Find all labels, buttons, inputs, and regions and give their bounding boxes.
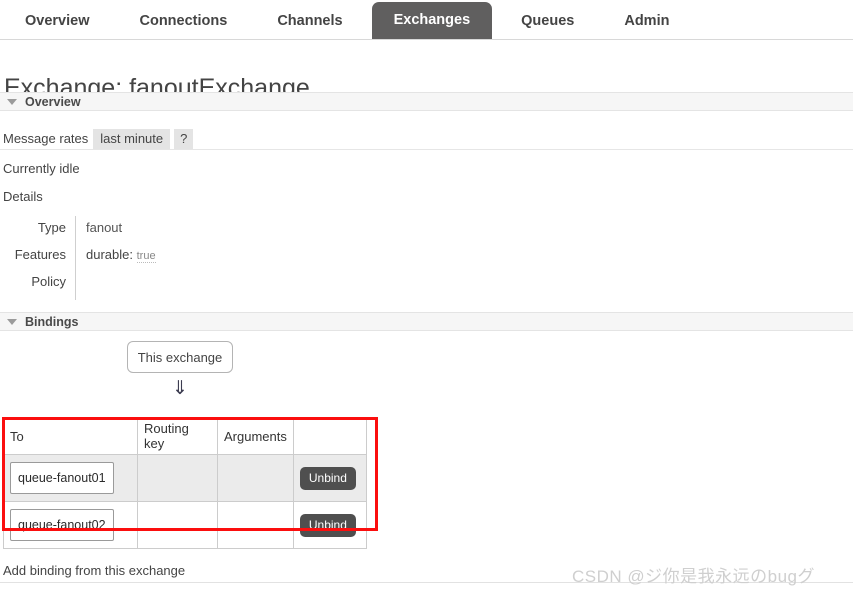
column-header-actions — [292, 418, 367, 455]
nav-tab-connections[interactable]: Connections — [119, 4, 249, 39]
feature-value-durable: true — [136, 250, 156, 263]
table-row: queue-fanout01 Unbind — [3, 454, 367, 502]
status-text: Currently idle — [3, 161, 80, 176]
chevron-down-icon — [7, 98, 17, 105]
details-value-type: fanout — [86, 220, 123, 235]
nav-tab-queues[interactable]: Queues — [500, 4, 595, 39]
nav-tab-channels[interactable]: Channels — [256, 4, 363, 39]
section-header-overview[interactable]: Overview — [0, 92, 853, 111]
binding-to-cell: queue-fanout01 — [3, 454, 138, 502]
binding-arguments-cell — [217, 501, 294, 549]
queue-link-fanout01[interactable]: queue-fanout01 — [10, 462, 114, 494]
details-key-features: Features — [0, 243, 76, 270]
details-key-policy: Policy — [0, 270, 76, 300]
column-header-routing-key: Routing key — [137, 418, 218, 455]
section-title-overview: Overview — [25, 94, 81, 109]
this-exchange-box[interactable]: This exchange — [127, 341, 233, 373]
nav-tab-admin[interactable]: Admin — [603, 4, 690, 39]
column-header-to: To — [3, 418, 138, 455]
details-key-type: Type — [0, 216, 76, 243]
details-table: Type fanout Features durable: true Polic… — [0, 216, 156, 300]
details-row-type: Type fanout — [0, 216, 156, 243]
chevron-down-icon — [7, 318, 17, 325]
watermark-text: CSDN @ジ你是我永远のbugグ — [572, 567, 816, 586]
section-title-bindings: Bindings — [25, 314, 79, 329]
feature-name-durable: durable: — [86, 247, 133, 262]
table-row: queue-fanout02 Unbind — [3, 501, 367, 549]
binding-action-cell: Unbind — [292, 454, 367, 502]
unbind-button[interactable]: Unbind — [299, 466, 356, 490]
details-value-policy — [76, 270, 156, 300]
bindings-table-body: queue-fanout01 Unbind queue-fanout02 Unb… — [3, 454, 367, 549]
binding-action-cell: Unbind — [292, 501, 367, 549]
binding-routing-key-cell — [137, 454, 218, 502]
unbind-button[interactable]: Unbind — [299, 513, 356, 537]
nav-tab-list: Overview Connections Channels Exchanges … — [0, 0, 853, 39]
rate-period-last-minute[interactable]: last minute — [93, 129, 171, 149]
binding-to-cell: queue-fanout02 — [3, 501, 138, 549]
bindings-header-row: To Routing key Arguments — [3, 418, 367, 455]
nav-tab-exchanges[interactable]: Exchanges — [371, 2, 493, 39]
bindings-table-head: To Routing key Arguments — [3, 418, 367, 455]
details-label: Details — [3, 189, 43, 204]
queue-link-fanout02[interactable]: queue-fanout02 — [10, 509, 114, 541]
nav-tab-overview[interactable]: Overview — [4, 4, 111, 39]
down-arrow-icon: ⇓ — [172, 378, 188, 399]
binding-routing-key-cell — [137, 501, 218, 549]
binding-arguments-cell — [217, 454, 294, 502]
main-navigation: Overview Connections Channels Exchanges … — [0, 0, 853, 40]
help-icon[interactable]: ? — [174, 129, 194, 149]
details-row-features: Features durable: true — [0, 243, 156, 270]
message-rates-row: Message rates last minute ? — [0, 129, 853, 150]
bindings-table: To Routing key Arguments queue-fanout01 … — [3, 418, 367, 549]
column-header-arguments: Arguments — [217, 418, 294, 455]
add-binding-link[interactable]: Add binding from this exchange — [3, 563, 185, 578]
details-row-policy: Policy — [0, 270, 156, 300]
section-header-bindings[interactable]: Bindings — [0, 312, 853, 331]
details-value-features: durable: true — [76, 243, 156, 270]
message-rates-label: Message rates — [3, 131, 89, 146]
